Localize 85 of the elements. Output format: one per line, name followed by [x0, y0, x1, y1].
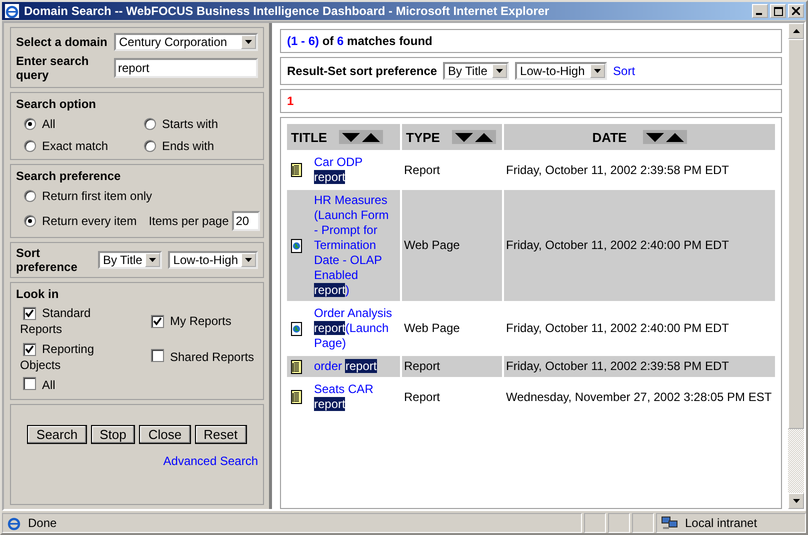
items-per-page-field[interactable]: 20 [232, 211, 260, 231]
domain-dropdown[interactable]: Century Corporation [114, 33, 258, 51]
dropdown-arrow-icon [245, 258, 252, 262]
check-icon [25, 345, 34, 354]
table-cell: Friday, October 11, 2002 2:39:58 PM EDT [504, 356, 775, 377]
close-icon [792, 7, 800, 15]
document-icon [291, 360, 302, 374]
sort-order-dropdown[interactable]: Low-to-High [515, 62, 608, 80]
sort-arrows-icon[interactable] [339, 130, 384, 144]
dropdown-arrow-icon [594, 69, 602, 73]
field-label: Result-Set sort preference [287, 64, 438, 78]
table-cell: Web Page [402, 190, 502, 301]
field-label: Select a domain [16, 35, 108, 49]
checkbox-option[interactable]: Shared Reports [148, 349, 258, 365]
table-cell-text: Wednesday, November 27, 2002 3:28:05 PM EST [505, 388, 773, 406]
minimize-button[interactable] [752, 4, 768, 18]
scroll-down-button[interactable] [788, 493, 804, 509]
action-button[interactable]: Stop [90, 425, 136, 444]
column-title: TITLE [291, 130, 328, 144]
table-cell: Friday, October 11, 2002 2:40:00 PM EDT [504, 190, 775, 301]
document-icon [291, 390, 302, 404]
match-count: (1 - 6) of 6 matches found [287, 34, 432, 48]
section-heading: Search preference [16, 169, 122, 183]
status-pane [584, 513, 606, 533]
maximize-icon [774, 6, 782, 16]
scroll-thumb[interactable] [788, 39, 804, 429]
table-cell-text: Web Page [403, 320, 461, 337]
check-icon [25, 309, 34, 318]
table-cell: Report [402, 356, 502, 377]
table-cell-text: Friday, October 11, 2002 2:40:00 PM EDT [505, 320, 730, 337]
radio-option[interactable]: All [24, 117, 144, 131]
action-button[interactable]: Close [139, 425, 191, 444]
result-title-link[interactable]: Seats CAR report [314, 382, 398, 412]
sort-field-dropdown[interactable]: By Title [443, 62, 510, 80]
section-heading: Search option [16, 97, 98, 111]
action-button[interactable]: Reset [194, 425, 247, 444]
radio-option[interactable]: Ends with [144, 139, 258, 153]
sort-order-dropdown[interactable]: Low-to-High [168, 251, 258, 269]
sort-arrows-icon[interactable] [642, 130, 687, 144]
column-title: TYPE [406, 130, 440, 144]
scroll-up-icon [792, 29, 800, 33]
checkbox-option[interactable]: My Reports [148, 313, 258, 329]
document-icon [291, 163, 302, 177]
status-pane [632, 513, 654, 533]
search-query-field[interactable]: report [114, 58, 258, 78]
sort-field-dropdown[interactable]: By Title [98, 251, 162, 269]
globe-page-icon [291, 238, 302, 252]
check-icon [153, 317, 162, 326]
checkbox-option[interactable]: Standard Reports [20, 305, 110, 337]
table-cell-text: Report [403, 162, 442, 178]
window-title: Domain Search -- WebFOCUS Business Intelligence Dashboard - Microsoft Internet Explorer [24, 4, 550, 18]
security-zone-text: Local intranet [685, 516, 758, 530]
field-label: Items per page [148, 214, 229, 228]
network-computers-icon [661, 515, 679, 531]
field-label: Sort preference [16, 246, 78, 274]
status-text: Done [28, 516, 57, 530]
radio-option[interactable]: Return first item only [24, 189, 152, 203]
result-title-link[interactable]: Car ODP report [314, 155, 398, 185]
table-cell-text: Friday, October 11, 2002 2:39:58 PM EDT [505, 162, 730, 178]
dropdown-arrow-icon [149, 258, 156, 262]
globe-page-icon [291, 322, 302, 336]
radio-option[interactable]: Starts with [144, 117, 258, 131]
page-link[interactable]: 1 [287, 94, 294, 108]
result-title-link[interactable]: Order Analysis report(Launch Page) [314, 306, 398, 351]
scroll-down-icon [792, 499, 800, 503]
dropdown-arrow-icon [245, 40, 252, 44]
browser-icon [6, 515, 22, 531]
close-button[interactable] [788, 4, 804, 18]
sort-arrows-icon[interactable] [452, 130, 496, 144]
scroll-up-button[interactable] [788, 23, 804, 39]
action-button[interactable]: Search [27, 425, 87, 444]
radio-option[interactable]: Exact match [24, 139, 144, 153]
dropdown-arrow-icon [496, 69, 504, 73]
table-cell-text: Report [403, 388, 442, 406]
status-pane [608, 513, 630, 533]
sort-link[interactable]: Sort [613, 64, 636, 78]
browser-icon [4, 3, 20, 19]
section-heading: Look in [16, 287, 60, 301]
checkbox-option[interactable]: All [20, 377, 110, 393]
advanced-search-link[interactable]: Advanced Search [163, 454, 258, 468]
field-label: Enter search query [16, 54, 90, 82]
radio-option[interactable]: Return every item [24, 214, 137, 228]
checkbox-option[interactable]: Reporting Objects [20, 341, 110, 373]
column-title: DATE [592, 130, 627, 144]
maximize-button[interactable] [770, 4, 786, 18]
